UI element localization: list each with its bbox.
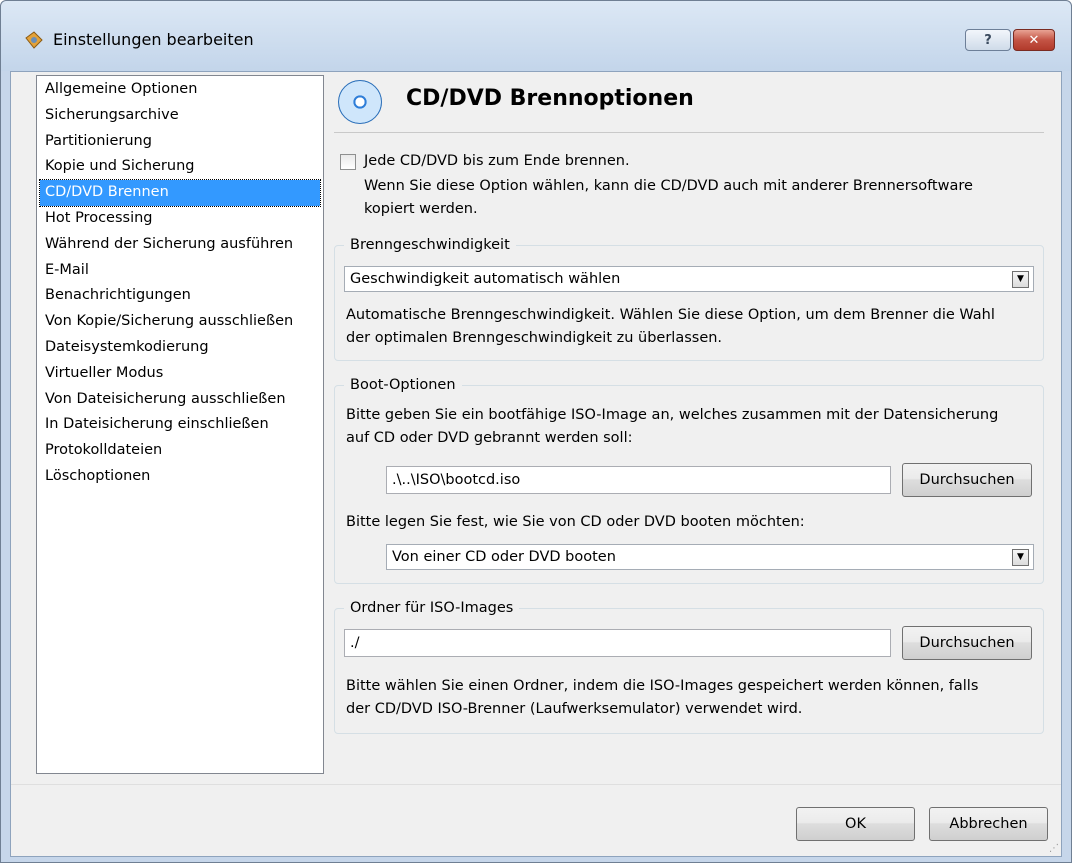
help-button[interactable]: ? bbox=[965, 29, 1011, 51]
settings-category-list[interactable]: Allgemeine Optionen Sicherungsarchive Part… bbox=[36, 75, 324, 774]
resize-grip-icon[interactable]: ⋰ bbox=[1049, 843, 1059, 854]
cancel-button[interactable]: Abbrechen bbox=[929, 807, 1048, 841]
sidebar-item[interactable]: E-Mail bbox=[40, 258, 320, 284]
burn-speed-legend: Brenngeschwindigkeit bbox=[344, 234, 516, 256]
boot-options-legend: Boot-Optionen bbox=[344, 374, 462, 396]
iso-folder-description-2: der CD/DVD ISO-Brenner (Laufwerksemulato… bbox=[346, 701, 803, 717]
burn-speed-description-2: der optimalen Brenngeschwindigkeit zu üb… bbox=[346, 330, 723, 346]
page-title: CD/DVD Brennoptionen bbox=[406, 86, 694, 111]
sidebar-item[interactable]: Benachrichtigungen bbox=[40, 283, 320, 309]
ok-button[interactable]: OK bbox=[796, 807, 915, 841]
sidebar-item[interactable]: Protokolldateien bbox=[40, 438, 320, 464]
boot-description-1: Bitte geben Sie ein bootfähige ISO-Image… bbox=[346, 407, 999, 423]
help-icon: ? bbox=[984, 32, 992, 48]
iso-folder-path-value: ./ bbox=[350, 635, 360, 651]
burn-speed-select[interactable]: Geschwindigkeit automatisch wählen ▼ bbox=[344, 266, 1034, 292]
burn-to-end-checkbox[interactable] bbox=[340, 154, 356, 170]
boot-mode-prompt: Bitte legen Sie fest, wie Sie von CD ode… bbox=[346, 514, 805, 530]
sidebar-item[interactable]: Virtueller Modus bbox=[40, 361, 320, 387]
boot-mode-value: Von einer CD oder DVD booten bbox=[392, 549, 616, 565]
dialog-body: Allgemeine Optionen Sicherungsarchive Part… bbox=[10, 71, 1062, 857]
sidebar-item[interactable]: Von Dateisicherung ausschließen bbox=[40, 387, 320, 413]
dialog-button-bar: OK Abbrechen ⋰ bbox=[11, 784, 1061, 856]
burn-speed-value: Geschwindigkeit automatisch wählen bbox=[350, 271, 621, 287]
burn-speed-group: Brenngeschwindigkeit Geschwindigkeit aut… bbox=[334, 234, 1044, 361]
sidebar-item[interactable]: Von Kopie/Sicherung ausschließen bbox=[40, 309, 320, 335]
cd-dvd-icon bbox=[338, 80, 382, 124]
window-title: Einstellungen bearbeiten bbox=[53, 30, 254, 49]
iso-folder-path-input[interactable]: ./ bbox=[344, 629, 891, 657]
iso-folder-description-1: Bitte wählen Sie einen Ordner, indem die… bbox=[346, 678, 979, 694]
iso-image-path-input[interactable]: .\..\ISO\bootcd.iso bbox=[386, 466, 891, 494]
chevron-down-icon[interactable]: ▼ bbox=[1012, 271, 1029, 288]
title-bar[interactable]: Einstellungen bearbeiten ? ✕ bbox=[1, 1, 1071, 71]
iso-image-path-value: .\..\ISO\bootcd.iso bbox=[392, 472, 521, 488]
close-button[interactable]: ✕ bbox=[1013, 29, 1055, 51]
app-icon bbox=[25, 31, 43, 49]
burn-to-end-description-1: Wenn Sie diese Option wählen, kann die C… bbox=[364, 178, 973, 194]
burn-to-end-description-2: kopiert werden. bbox=[364, 201, 478, 217]
sidebar-item[interactable]: Sicherungsarchive bbox=[40, 103, 320, 129]
sidebar-item[interactable]: Kopie und Sicherung bbox=[40, 154, 320, 180]
browse-iso-image-button[interactable]: Durchsuchen bbox=[902, 463, 1032, 497]
sidebar-item[interactable]: CD/DVD Brennen bbox=[39, 179, 321, 207]
iso-folder-group: Ordner für ISO-Images ./ Durchsuchen Bit… bbox=[334, 597, 1044, 734]
sidebar-item[interactable]: Dateisystemkodierung bbox=[40, 335, 320, 361]
sidebar-item[interactable]: Während der Sicherung ausführen bbox=[40, 232, 320, 258]
title-divider bbox=[334, 132, 1044, 133]
burn-speed-description-1: Automatische Brenngeschwindigkeit. Wähle… bbox=[346, 307, 995, 323]
chevron-down-icon[interactable]: ▼ bbox=[1012, 549, 1029, 566]
boot-options-group: Boot-Optionen Bitte geben Sie ein bootfä… bbox=[334, 374, 1044, 584]
boot-description-2: auf CD oder DVD gebrannt werden soll: bbox=[346, 430, 633, 446]
burn-to-end-label[interactable]: Jede CD/DVD bis zum Ende brennen. bbox=[364, 150, 630, 173]
sidebar-item[interactable]: Allgemeine Optionen bbox=[40, 77, 320, 103]
settings-dialog: Einstellungen bearbeiten ? ✕ Allgemeine … bbox=[0, 0, 1072, 863]
browse-iso-folder-button[interactable]: Durchsuchen bbox=[902, 626, 1032, 660]
sidebar-item[interactable]: In Dateisicherung einschließen bbox=[40, 412, 320, 438]
sidebar-item[interactable]: Hot Processing bbox=[40, 206, 320, 232]
sidebar-item[interactable]: Partitionierung bbox=[40, 129, 320, 155]
iso-folder-legend: Ordner für ISO-Images bbox=[344, 597, 520, 619]
sidebar-item[interactable]: Löschoptionen bbox=[40, 464, 320, 490]
close-icon: ✕ bbox=[1028, 32, 1040, 48]
boot-mode-select[interactable]: Von einer CD oder DVD booten ▼ bbox=[386, 544, 1034, 570]
